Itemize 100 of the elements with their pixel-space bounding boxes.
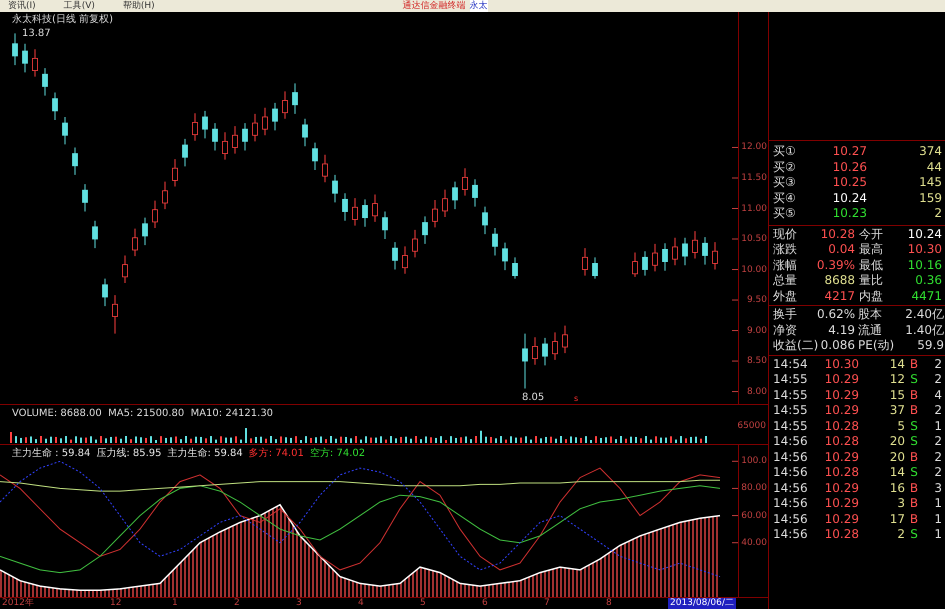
candlestick [342, 192, 348, 222]
quote-label: 量比 [858, 273, 884, 288]
menu-item[interactable]: 工具(V) [64, 0, 95, 12]
quote-label: 涨幅 [773, 258, 798, 273]
candlestick [152, 200, 158, 229]
trade-side: S [909, 527, 919, 542]
trade-time: 14:55 [773, 403, 809, 418]
candlestick [62, 116, 68, 145]
indicator-axis-label: 60.00 [741, 510, 767, 522]
trade-volume: 37 [888, 403, 905, 418]
trade-count: 1 [933, 512, 943, 527]
trade-volume: 20 [888, 434, 905, 450]
trade-side: B [908, 388, 920, 403]
candlestick [662, 242, 668, 272]
quote-value: 0.04 [827, 242, 855, 258]
date-label: 5 [420, 598, 427, 609]
finance-label: 股本 [857, 307, 883, 322]
quote-value: 0.36 [914, 273, 942, 288]
indicator-axis-label: 40.00 [741, 538, 767, 549]
candlestick [712, 242, 718, 270]
trade-side: S [909, 434, 919, 450]
trade-count: 2 [933, 356, 943, 372]
quote-label: 外盘 [773, 288, 798, 304]
bid-price: 10.27 [832, 144, 867, 160]
candlestick [252, 113, 258, 142]
finance-value: 1.40亿 [904, 322, 944, 338]
stock-tab[interactable]: 永太 [470, 0, 488, 12]
trade-time: 14:55 [773, 372, 809, 388]
trade-volume: 2 [896, 527, 905, 542]
trade-count: 1 [933, 418, 943, 434]
quote-label: 涨跌 [773, 242, 798, 258]
menu-item[interactable]: 帮助(H) [122, 0, 155, 12]
bid-volume: 2 [933, 206, 942, 222]
finance-label: PE(动) [857, 338, 896, 354]
price-axis-label: 10.00 [741, 264, 767, 276]
trade-price: 10.30 [824, 356, 859, 372]
bid-volume: 374 [918, 144, 942, 160]
candlestick [562, 325, 568, 354]
trade-count: 2 [933, 403, 943, 418]
trade-side: B [908, 480, 920, 496]
candlestick [42, 68, 48, 96]
date-label: 4 [358, 598, 365, 609]
candlestick [122, 254, 128, 284]
price-axis-label: 9.00 [746, 326, 767, 337]
trade-price: 10.29 [824, 450, 859, 465]
finance-value: 2.40亿 [904, 307, 944, 322]
candlestick [442, 189, 448, 218]
trade-price: 10.28 [824, 527, 859, 542]
candlestick [132, 228, 138, 257]
bid-volume: 44 [926, 160, 942, 175]
quote-label: 总量 [773, 273, 798, 288]
trade-time: 14:55 [773, 418, 809, 434]
trade-time: 14:56 [773, 512, 809, 527]
high-price-label: 13.87 [22, 28, 51, 39]
candlestick [212, 122, 218, 152]
trade-price: 10.29 [824, 496, 859, 512]
trade-time: 14:54 [773, 356, 809, 372]
bid-label: 买⑤ [773, 206, 797, 222]
trade-volume: 12 [888, 372, 905, 388]
candlestick [272, 102, 278, 131]
candlestick [512, 256, 518, 280]
menu-item[interactable]: 资讯(I) [8, 0, 36, 12]
trade-count: 2 [933, 465, 943, 480]
candlestick [162, 181, 168, 210]
trade-time: 14:56 [773, 527, 809, 542]
chart-title: 永太科技(日线 前复权) [12, 12, 113, 27]
trade-time: 14:56 [773, 434, 809, 450]
candlestick [382, 211, 388, 240]
candlestick [702, 236, 708, 266]
bid-price: 10.26 [832, 160, 867, 175]
bid-volume: 145 [918, 175, 942, 190]
finance-value: 0.62% [817, 307, 855, 322]
quote-value: 10.24 [906, 226, 942, 242]
trade-volume: 14 [888, 465, 905, 480]
trade-side: B [908, 403, 920, 418]
trade-time: 14:56 [773, 480, 809, 496]
trade-side: B [908, 450, 920, 465]
date-label: 2012年 [1, 598, 35, 609]
candlestick [182, 138, 188, 167]
quote-label: 今开 [858, 226, 884, 242]
candlestick [502, 242, 508, 271]
price-axis-label: 11.50 [741, 172, 767, 184]
candlestick [112, 294, 118, 334]
candlestick [362, 198, 368, 228]
trade-count: 2 [933, 450, 943, 465]
date-label: 1 [172, 598, 179, 609]
quote-label: 现价 [773, 226, 798, 242]
candlestick [392, 242, 398, 270]
candlestick [542, 337, 548, 366]
candlestick [682, 237, 688, 266]
candlestick [462, 168, 468, 196]
finance-label: 流通 [857, 322, 883, 338]
candlestick [322, 154, 328, 183]
candlestick [522, 333, 528, 390]
bid-price: 10.24 [832, 190, 867, 206]
candlestick [22, 43, 28, 73]
trade-price: 10.29 [824, 388, 859, 403]
candlestick [672, 237, 678, 266]
price-axis-label: 10.50 [741, 234, 767, 245]
candlestick [652, 243, 658, 272]
